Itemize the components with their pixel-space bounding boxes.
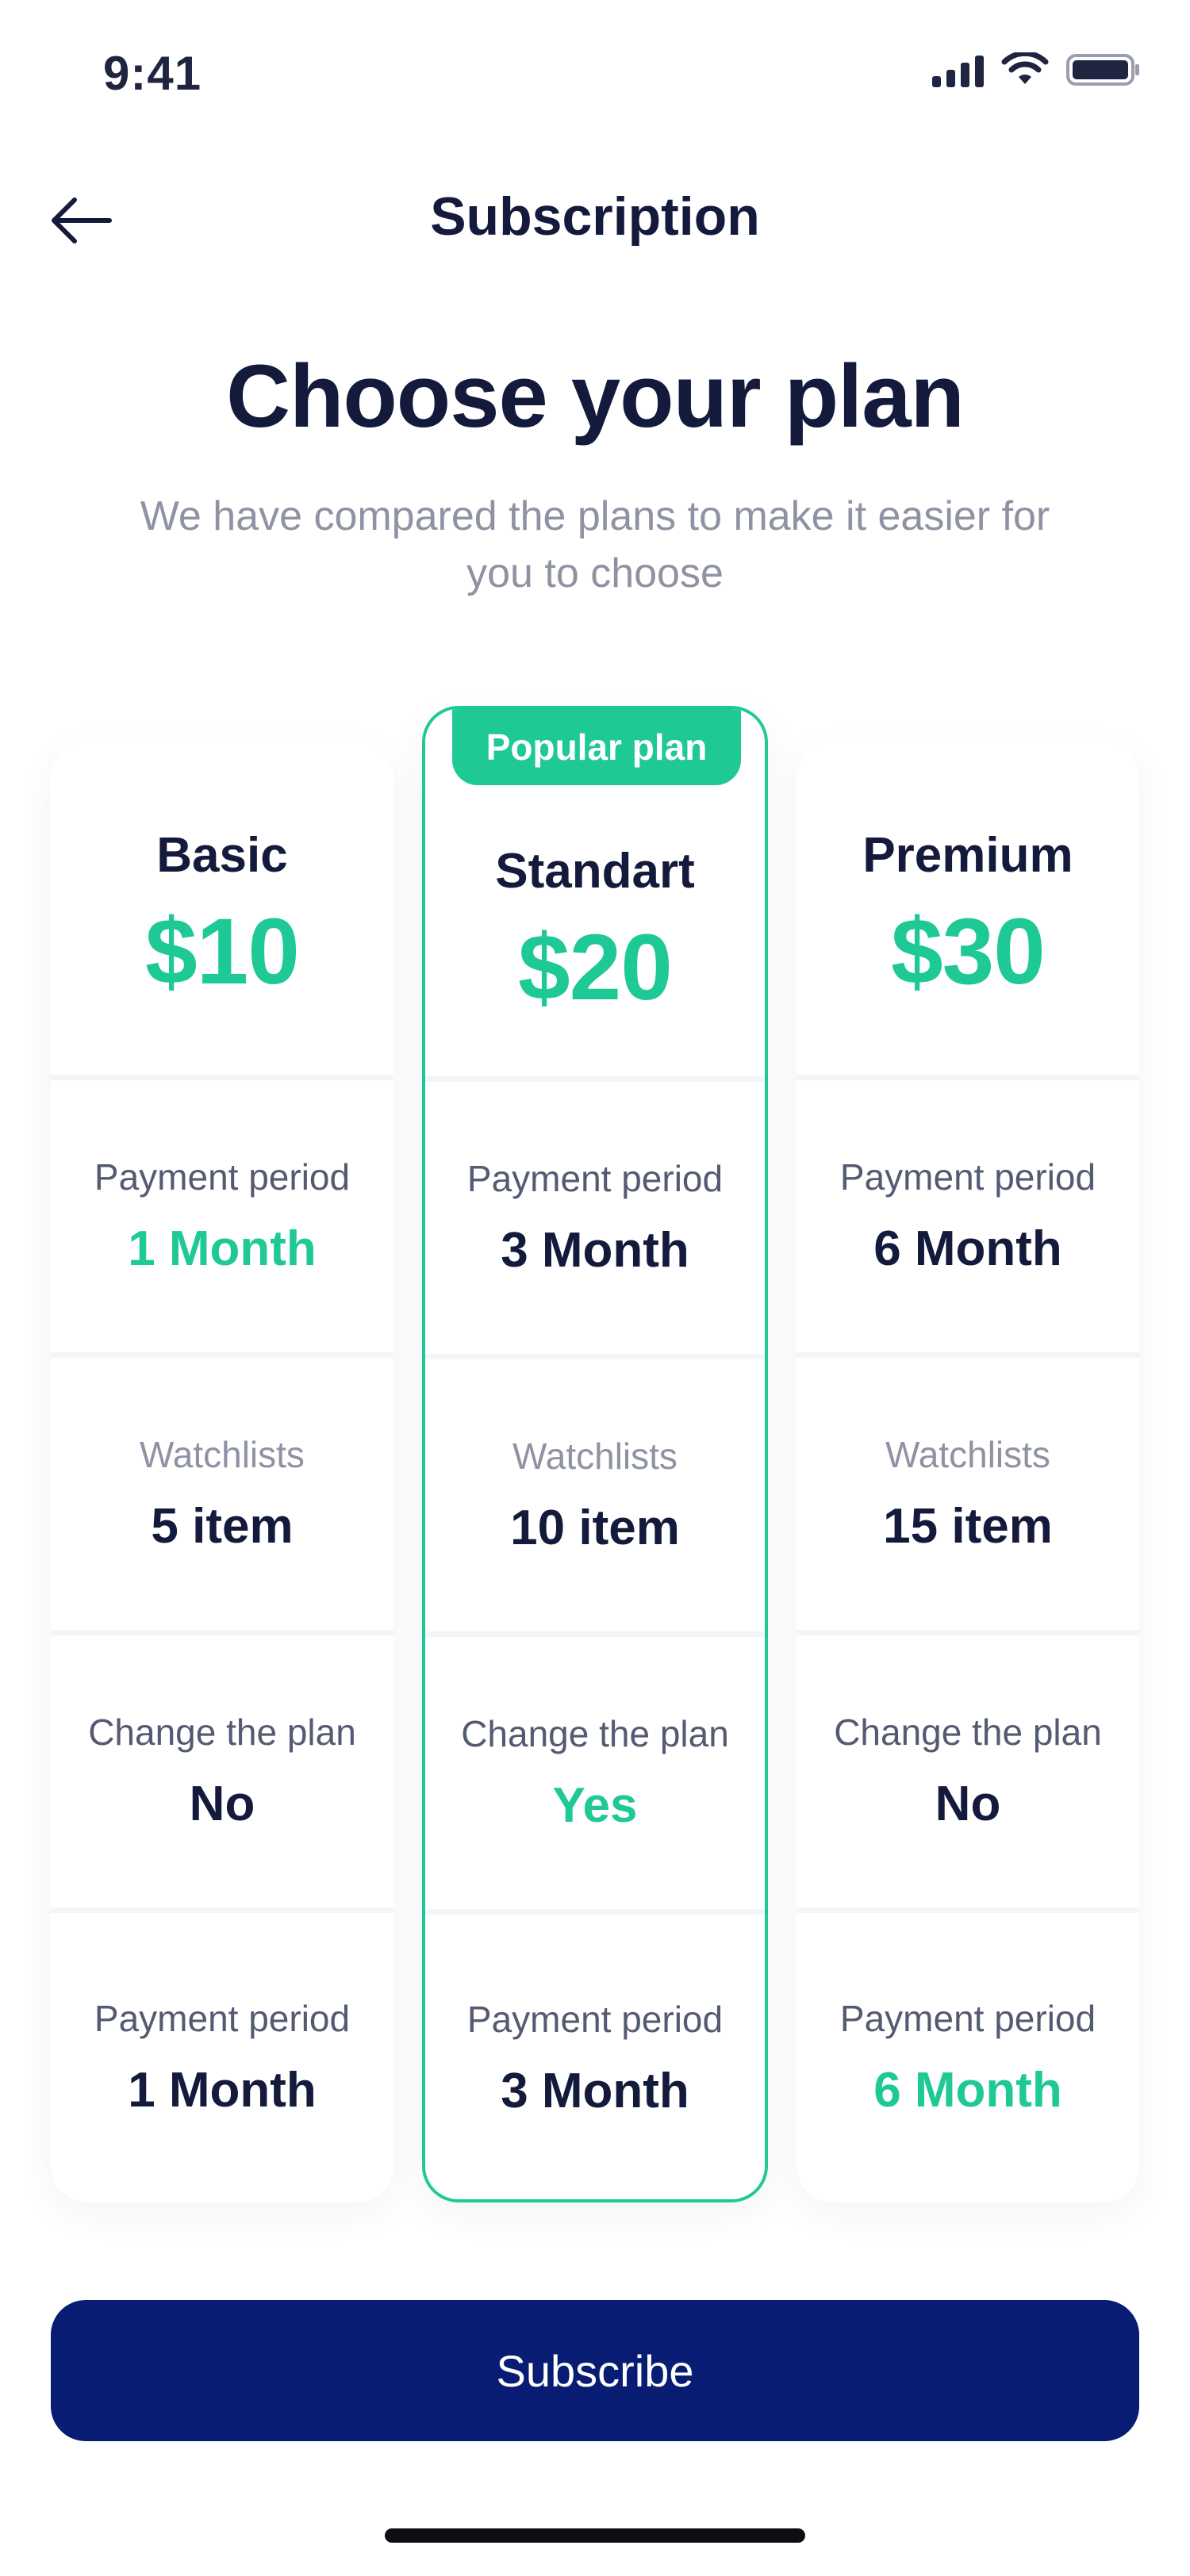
feature-label: Payment period [94,1998,351,2039]
plan-price: $20 [518,915,673,1020]
feature-change-plan: Change the plan Yes [425,1637,765,1909]
feature-label: Payment period [466,1999,724,2040]
feature-label: Payment period [839,1156,1096,1198]
feature-label: Watchlists [885,1434,1050,1475]
feature-label: Payment period [94,1156,351,1198]
plan-card-premium[interactable]: Premium $30 Payment period 6 Month Watch… [797,742,1139,2202]
feature-payment-period: Payment period 6 Month [797,1913,1139,2202]
popular-plan-badge: Popular plan [452,709,741,785]
feature-value: 1 Month [128,1221,317,1276]
feature-watchlists: Watchlists 15 item [797,1358,1139,1630]
plan-name: Basic [156,827,288,883]
feature-value: 3 Month [501,1223,689,1278]
status-icons [932,52,1141,87]
feature-watchlists: Watchlists 10 item [425,1359,765,1631]
battery-icon [1066,54,1139,86]
plan-name: Premium [862,827,1073,883]
feature-value: Yes [552,1778,638,1833]
feature-value: 5 item [151,1499,294,1554]
feature-payment-period: Payment period 1 Month [51,1080,393,1352]
plan-card-standart[interactable]: Popular plan Standart $20 Payment period… [422,706,768,2202]
plan-card-basic[interactable]: Basic $10 Payment period 1 Month Watchli… [51,742,393,2202]
feature-value: 15 item [883,1499,1053,1554]
feature-label: Change the plan [461,1713,729,1754]
feature-value: 1 Month [128,2063,317,2118]
feature-value: No [189,1777,255,1831]
feature-value: 10 item [510,1501,680,1555]
plan-comparison: Basic $10 Payment period 1 Month Watchli… [0,706,1190,2205]
feature-label: Payment period [466,1158,724,1199]
plan-price: $10 [145,899,300,1004]
feature-value: No [935,1777,1001,1831]
feature-label: Change the plan [88,1712,356,1753]
feature-payment-period: Payment period 3 Month [425,1915,765,2199]
plan-price: $30 [891,899,1046,1004]
feature-payment-period: Payment period 1 Month [51,1913,393,2202]
plan-name: Standart [495,844,695,899]
page-title: Choose your plan [226,347,965,446]
home-indicator [385,2528,805,2543]
feature-change-plan: Change the plan No [797,1635,1139,1907]
page-subtitle: We have compared the plans to make it ea… [140,493,1050,596]
subscribe-button[interactable]: Subscribe [51,2300,1139,2441]
navigation-bar: Subscription [0,174,1190,262]
feature-value: 6 Month [873,2063,1062,2118]
feature-change-plan: Change the plan No [51,1635,393,1907]
feature-value: 3 Month [501,2064,689,2118]
feature-watchlists: Watchlists 5 item [51,1358,393,1630]
status-time: 9:41 [103,47,202,100]
wifi-icon [1001,52,1049,84]
feature-label: Payment period [839,1998,1096,2039]
feature-payment-period: Payment period 3 Month [425,1082,765,1354]
subscription-screen: 9:41 Subscription Choose your plan We ha… [0,0,1190,2576]
plan-header: Premium $30 [797,742,1139,1075]
feature-label: Change the plan [834,1712,1102,1753]
cellular-signal-icon [932,52,984,87]
feature-payment-period: Payment period 6 Month [797,1080,1139,1352]
plan-header: Basic $10 [51,742,393,1075]
feature-label: Watchlists [512,1436,678,1477]
feature-label: Watchlists [140,1434,305,1475]
nav-title: Subscription [430,186,760,247]
feature-value: 6 Month [873,1221,1062,1276]
